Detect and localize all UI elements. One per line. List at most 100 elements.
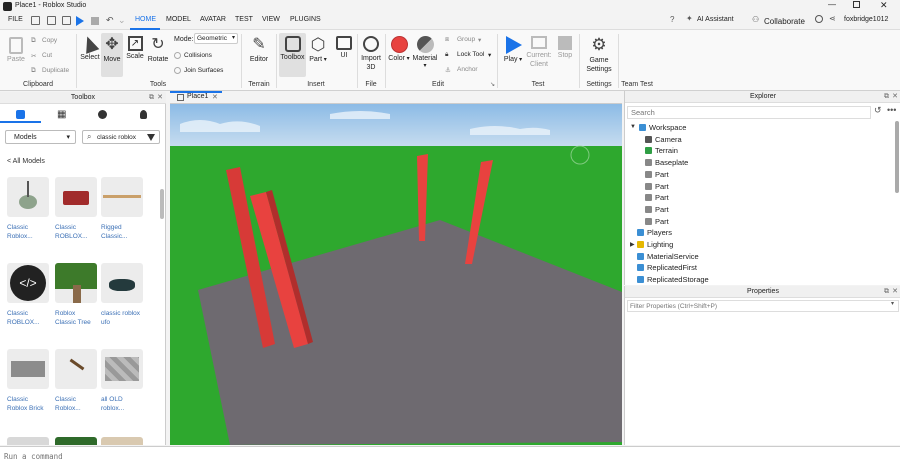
tab-home[interactable]: HOME	[135, 16, 156, 23]
explorer-item-part[interactable]: Part	[645, 192, 669, 203]
explorer-item-baseplate[interactable]: Baseplate	[645, 157, 688, 168]
toolbox-model-item[interactable]: Classic Roblox...	[7, 177, 49, 241]
scrollbar[interactable]	[895, 121, 899, 193]
material-button[interactable]: Material ▾	[411, 36, 439, 69]
toolbox-model-item[interactable]: Roblox Classic Tree	[55, 263, 97, 327]
tab-avatar[interactable]: AVATAR	[200, 16, 226, 23]
undock-icon[interactable]: ⧉	[884, 286, 889, 298]
play-button[interactable]: Play ▾	[500, 36, 526, 63]
scale-button[interactable]: ↗ Scale	[124, 36, 146, 60]
toolbox-search-input[interactable]: ⌕ classic roblox	[82, 130, 160, 144]
explorer-item-part[interactable]: Part	[645, 216, 669, 227]
terrain-editor-button[interactable]: ✎ Editor	[246, 36, 272, 63]
lock-tool-button[interactable]: Lock Tool	[457, 51, 484, 58]
anchor-button[interactable]: Anchor	[457, 66, 478, 73]
history-icon[interactable]: ↺	[874, 105, 882, 116]
duplicate-button[interactable]: Duplicate	[42, 67, 69, 74]
collisions-label[interactable]: Collisions	[184, 52, 212, 59]
more-options-icon[interactable]: •••	[887, 105, 896, 115]
toolbox-model-item[interactable]: Classic ROBLOX...	[55, 177, 97, 241]
paste-button[interactable]: Paste	[4, 37, 28, 63]
help-icon[interactable]: ?	[670, 15, 674, 24]
share-icon[interactable]: ⋖	[829, 14, 836, 23]
tab-model[interactable]: MODEL	[166, 16, 191, 23]
3d-viewport[interactable]	[170, 104, 622, 445]
stop-button[interactable]: Stop	[554, 36, 576, 59]
tab-marketplace[interactable]: ▦	[41, 107, 82, 123]
current-client-button[interactable]: Current: Client	[524, 36, 554, 69]
ai-assistant-button[interactable]: AI Assistant	[697, 16, 734, 23]
color-button[interactable]: Color ▾	[387, 36, 411, 62]
expand-lighting-icon[interactable]: ▶	[630, 241, 635, 248]
open-file-icon[interactable]	[47, 16, 56, 25]
copy-button[interactable]: Copy	[42, 37, 57, 44]
explorer-item-terrain[interactable]: Terrain	[645, 145, 678, 156]
save-icon[interactable]	[62, 16, 71, 25]
select-button[interactable]: Select	[80, 34, 100, 61]
toolbox-model-item[interactable]: all OLD roblox...	[101, 349, 143, 413]
tab-view[interactable]: VIEW	[262, 16, 280, 23]
explorer-item-part[interactable]: Part	[645, 169, 669, 180]
close-icon[interactable]: ✕	[880, 0, 888, 11]
expand-workspace-icon[interactable]: ▼	[630, 124, 636, 130]
new-file-icon[interactable]	[31, 16, 40, 25]
collaborate-button[interactable]: Collaborate	[764, 17, 805, 26]
ui-button[interactable]: UI	[333, 36, 355, 59]
join-surfaces-label[interactable]: Join Surfaces	[184, 67, 223, 74]
undock-icon[interactable]: ⧉	[149, 92, 154, 104]
import-3d-button[interactable]: Import 3D	[359, 36, 383, 72]
move-button[interactable]: ✥ Move	[101, 36, 123, 63]
explorer-item-part[interactable]: Part	[645, 181, 669, 192]
close-icon[interactable]: ✕	[892, 286, 898, 298]
menu-file[interactable]: FILE	[8, 16, 23, 23]
tab-test[interactable]: TEST	[235, 16, 253, 23]
command-input[interactable]	[4, 450, 894, 462]
undock-icon[interactable]: ⧉	[884, 91, 889, 103]
rotate-button[interactable]: ↻ Rotate	[146, 36, 170, 63]
toolbox-model-item-partial[interactable]	[55, 437, 97, 445]
toolbox-model-item[interactable]: Classic Roblox Brick	[7, 349, 49, 413]
properties-filter-input[interactable]	[627, 300, 899, 312]
explorer-item-replicatedfirst[interactable]: ReplicatedFirst	[637, 262, 697, 273]
chevron-down-icon[interactable]: ▾	[891, 300, 894, 307]
explorer-item-camera[interactable]: Camera	[645, 134, 682, 145]
cut-button[interactable]: Cut	[42, 52, 52, 59]
maximize-icon[interactable]	[853, 1, 860, 8]
document-tab-place1[interactable]: Place1	[187, 93, 208, 100]
join-surfaces-radio[interactable]	[174, 67, 181, 74]
group-button[interactable]: Group	[457, 36, 475, 43]
username-label[interactable]: foxbridge1012	[844, 16, 888, 23]
stop-quick-icon[interactable]	[91, 17, 99, 25]
close-icon[interactable]: ✕	[157, 92, 163, 104]
all-models-link[interactable]: < All Models	[7, 158, 45, 165]
tab-inventory[interactable]	[0, 107, 41, 123]
toolbox-model-item-partial[interactable]	[7, 437, 49, 445]
tab-creations[interactable]	[123, 107, 164, 123]
tab-plugins[interactable]: PLUGINS	[290, 16, 321, 23]
toolbox-model-item-partial[interactable]	[101, 437, 143, 445]
game-settings-button[interactable]: ⚙ Game Settings	[582, 36, 616, 74]
explorer-item-workspace[interactable]: Workspace	[639, 122, 686, 133]
toolbox-button[interactable]: Toolbox	[279, 36, 306, 61]
collisions-radio[interactable]	[174, 52, 181, 59]
undo-icon[interactable]: ↶	[106, 15, 114, 26]
minimize-icon[interactable]: —	[828, 0, 836, 9]
tab-recent[interactable]	[82, 107, 123, 123]
toolbox-model-item[interactable]: Rigged Classic...	[101, 177, 143, 241]
explorer-item-lighting[interactable]: Lighting	[637, 239, 673, 250]
toolbox-model-item[interactable]: classic roblox ufo	[101, 263, 143, 327]
toolbox-model-item[interactable]: </> Classic ROBLOX...	[7, 263, 49, 327]
scrollbar[interactable]	[160, 189, 164, 219]
explorer-item-part[interactable]: Part	[645, 204, 669, 215]
explorer-item-materialservice[interactable]: MaterialService	[637, 251, 699, 262]
info-icon[interactable]	[815, 15, 823, 23]
explorer-item-replicatedstorage[interactable]: ReplicatedStorage	[637, 274, 709, 285]
play-quick-icon[interactable]	[76, 16, 84, 26]
expand-icon[interactable]: ↘	[490, 81, 495, 88]
category-dropdown[interactable]: Models ▾	[5, 130, 76, 144]
mode-dropdown[interactable]: Geometric ▾	[194, 33, 238, 44]
filter-icon[interactable]	[147, 134, 155, 141]
explorer-item-players[interactable]: Players	[637, 227, 672, 238]
toolbox-model-item[interactable]: Classic Roblox...	[55, 349, 97, 413]
close-icon[interactable]: ✕	[892, 91, 898, 103]
